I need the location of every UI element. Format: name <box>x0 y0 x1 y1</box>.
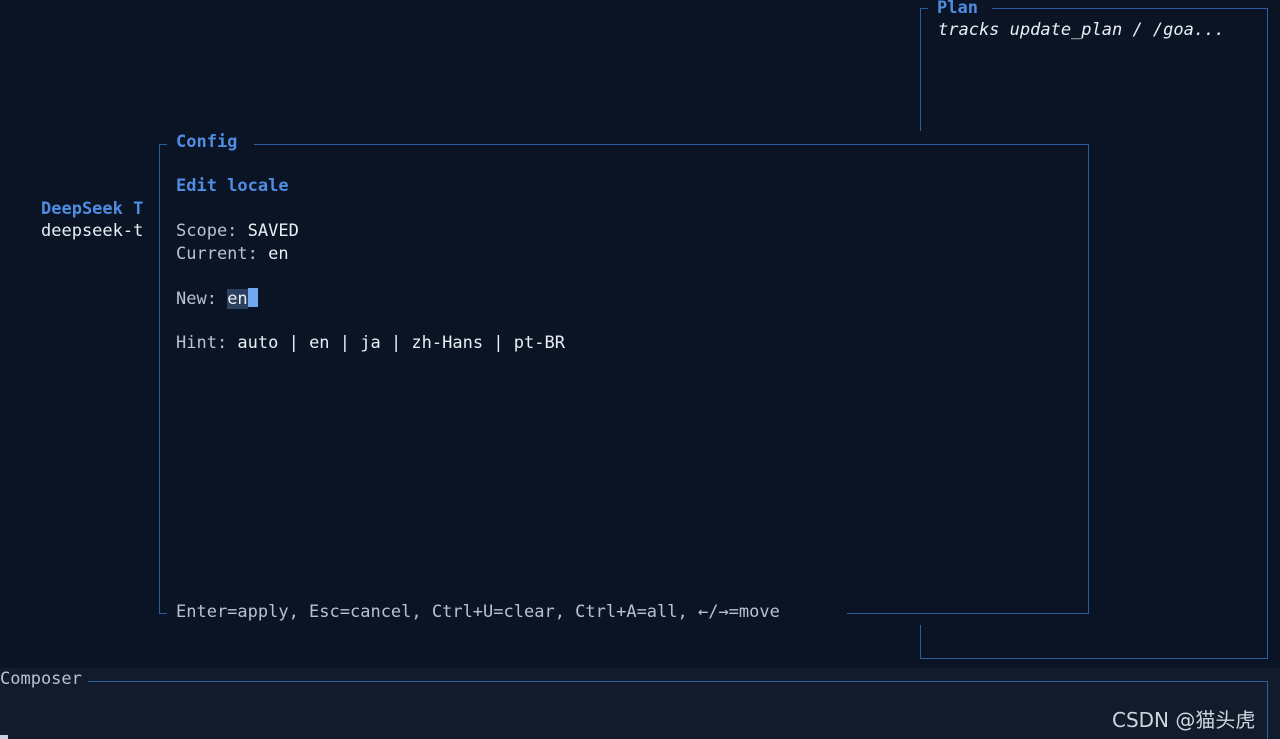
new-label: New: <box>176 289 228 309</box>
watermark: CSDN @猫头虎 <box>1112 708 1256 732</box>
plan-border-left-lower <box>920 625 921 659</box>
plan-border-top-left <box>920 8 928 9</box>
plan-border-right <box>1267 8 1268 659</box>
plan-border-left <box>920 8 921 131</box>
config-heading: Edit locale <box>176 176 289 196</box>
hint-label: Hint: <box>176 333 238 353</box>
plan-border-top-right <box>992 8 1268 9</box>
hint-row: Hint: auto | en | ja | zh-Hans | pt-BR <box>176 333 565 353</box>
config-title: Config <box>176 132 238 152</box>
current-row: Current: en <box>176 244 289 264</box>
composer-border-top <box>88 681 1268 682</box>
composer-title: Composer <box>0 669 82 689</box>
plan-subtitle: tracks update_plan / /goa... <box>938 20 1225 40</box>
config-border-top-left <box>159 144 167 145</box>
config-dialog <box>160 145 1088 613</box>
composer-border-right <box>1267 681 1268 739</box>
app-title: DeepSeek T <box>41 199 144 219</box>
keybinding-footer: Enter=apply, Esc=cancel, Ctrl+U=clear, C… <box>176 602 780 622</box>
config-border-top-right <box>254 144 1089 145</box>
composer-cursor <box>0 735 8 739</box>
text-cursor <box>247 288 258 307</box>
plan-border-bottom <box>920 658 1268 659</box>
current-value: en <box>268 244 289 264</box>
model-name: deepseek-t <box>41 221 144 241</box>
hint-value: auto | en | ja | zh-Hans | pt-BR <box>237 333 565 353</box>
config-border-right <box>1088 144 1089 614</box>
config-border-bottom-right <box>847 613 1089 614</box>
scope-label: Scope: <box>176 221 248 241</box>
config-border-bottom-left <box>159 613 167 614</box>
composer-panel[interactable] <box>0 668 1280 739</box>
plan-title: Plan <box>937 0 978 18</box>
config-border-left <box>159 144 160 614</box>
scope-row: Scope: SAVED <box>176 221 299 241</box>
new-row: New: en <box>176 288 258 309</box>
new-locale-input[interactable]: en <box>227 289 248 309</box>
scope-value: SAVED <box>247 221 299 241</box>
current-label: Current: <box>176 244 269 264</box>
